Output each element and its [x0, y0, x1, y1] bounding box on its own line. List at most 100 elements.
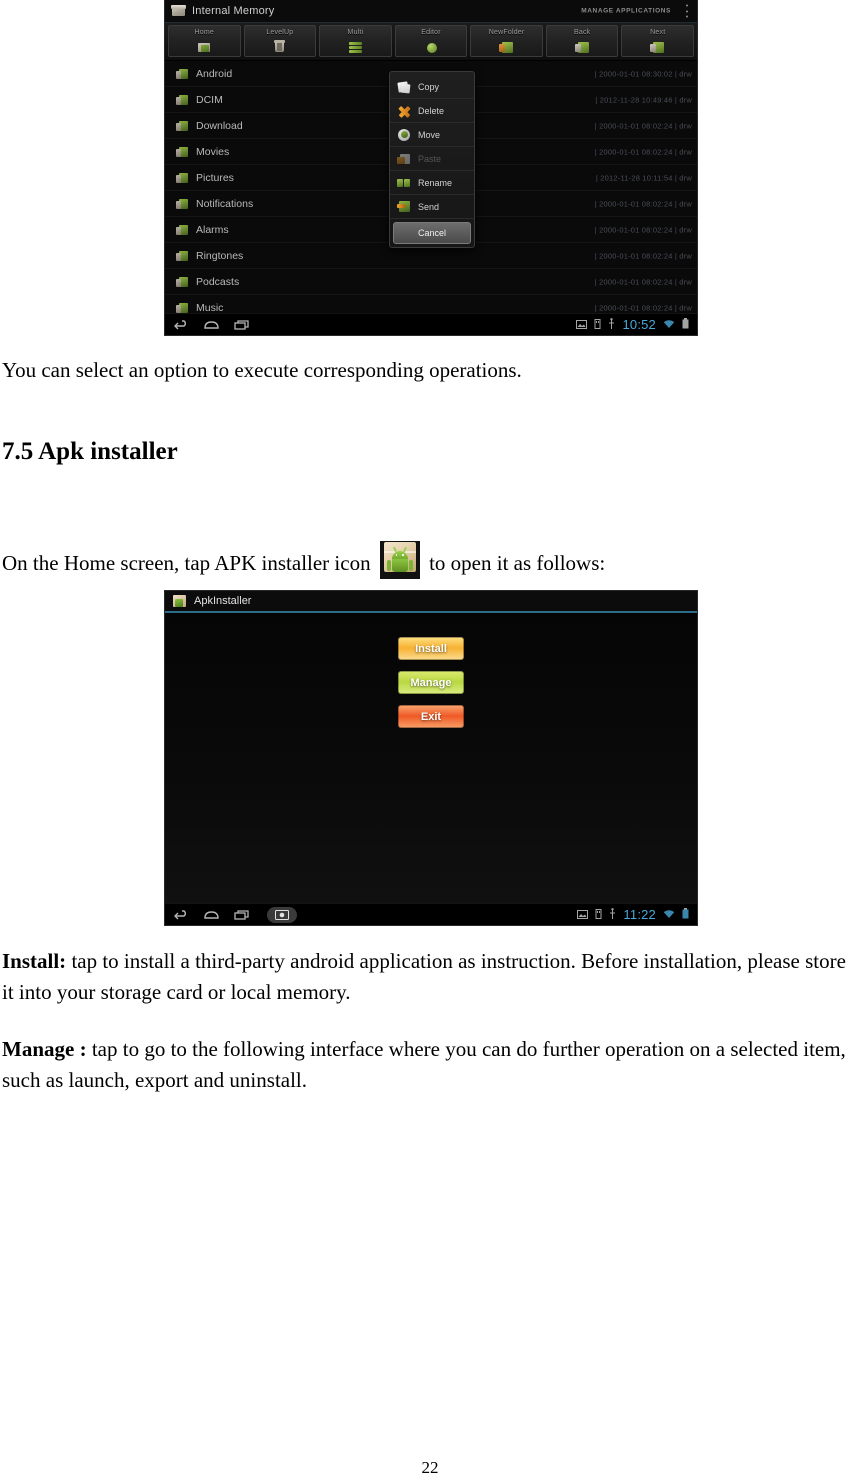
page-title-apk-installer: 7.5 Apk installer [2, 438, 178, 465]
back-icon[interactable] [173, 318, 190, 332]
navigation-buttons [173, 906, 297, 923]
recent-apps-icon[interactable] [233, 908, 250, 922]
clock: 11:22 [623, 907, 656, 922]
toolbar-button-home[interactable]: Home [168, 25, 241, 57]
system-bar: 10:52 [165, 313, 697, 335]
apk-installer-icon [172, 594, 187, 608]
file-meta: | 2000-01-01 08:02:24 | drw [594, 199, 692, 208]
file-meta: | 2000-01-01 08:02:24 | drw [594, 303, 692, 312]
file-meta: | 2000-01-01 08:02:24 | drw [594, 277, 692, 286]
toolbar-button-next[interactable]: Next [621, 25, 695, 57]
toolbar-button-back-label: Back [573, 29, 591, 36]
context-menu-item-rename-label: Rename [418, 177, 453, 188]
file-name: Android [196, 67, 233, 80]
toolbar-button-newfolder[interactable]: NewFolder [470, 25, 543, 57]
context-menu-item-paste-label: Paste [418, 153, 442, 164]
file-name: Notifications [196, 197, 254, 210]
toolbar-button-levelup[interactable]: LevelUp [243, 25, 317, 57]
context-menu-item-copy-label: Copy [418, 81, 440, 92]
usb-icon [608, 316, 615, 334]
paste-icon [397, 152, 411, 166]
apk-installer-icon [379, 541, 420, 579]
paragraph-open-apk-installer: On the Home screen, tap APK installer ic… [0, 541, 800, 579]
file-list-item[interactable]: Podcasts | 2000-01-01 08:02:24 | drw [165, 269, 697, 295]
editor-icon [423, 38, 440, 55]
paragraph-install-label: Install: [2, 949, 67, 973]
paragraph-install-text: tap to install a third-party android app… [2, 949, 846, 1004]
folder-icon [176, 172, 188, 184]
status-icons: 11:22 [577, 906, 689, 924]
file-name: DCIM [196, 93, 223, 106]
delete-icon [397, 104, 411, 118]
file-meta: | 2000-01-01 08:02:24 | drw [594, 251, 692, 260]
battery-icon [682, 906, 689, 924]
screenshot-button-icon[interactable] [267, 906, 297, 923]
file-manager-toolbar: Home LevelUp Multi Editor NewFolder Back… [165, 23, 697, 61]
next-folder-icon [649, 38, 666, 55]
rename-icon [397, 176, 411, 190]
back-icon[interactable] [173, 908, 190, 922]
file-name: Pictures [196, 171, 234, 184]
wifi-icon [663, 906, 675, 924]
file-meta: | 2012-11-28 10:11:54 | drw [595, 173, 692, 182]
folder-icon [176, 68, 188, 80]
file-meta: | 2000-01-01 08:02:24 | drw [594, 121, 692, 130]
screenshot-icon [576, 316, 588, 334]
system-bar: 11:22 [165, 903, 697, 925]
file-name: Alarms [196, 223, 229, 236]
home-icon[interactable] [203, 908, 220, 922]
file-manager-screenshot: Internal Memory MANAGE APPLICATIONS Home… [164, 0, 698, 336]
file-meta: | 2012-11-28 10:49:46 | drw [595, 95, 692, 104]
context-menu-item-delete[interactable]: Delete [390, 99, 474, 123]
context-menu-item-send[interactable]: Send [390, 195, 474, 219]
paragraph-install: Install: tap to install a third-party an… [0, 946, 860, 1008]
send-icon [397, 200, 411, 214]
folder-icon [176, 120, 188, 132]
toolbar-button-editor[interactable]: Editor [394, 25, 468, 57]
move-icon [397, 128, 411, 142]
file-meta: | 2000-01-01 08:02:24 | drw [594, 147, 692, 156]
manage-applications-button[interactable]: MANAGE APPLICATIONS [581, 8, 671, 15]
context-menu-item-rename[interactable]: Rename [390, 171, 474, 195]
manage-button[interactable]: Manage [398, 671, 464, 694]
file-list[interactable]: Android | 2000-01-01 08:30:02 | drw DCIM… [165, 61, 697, 321]
sd-card-icon [595, 906, 602, 924]
context-menu-cancel-button[interactable]: Cancel [393, 222, 471, 244]
toolbar-button-next-label: Next [650, 29, 666, 36]
folder-icon [176, 276, 188, 288]
paragraph-select-option: You can select an option to execute corr… [2, 358, 522, 382]
exit-button[interactable]: Exit [398, 705, 464, 728]
screenshot-icon [577, 906, 589, 924]
folder-icon [176, 198, 188, 210]
context-menu-item-move[interactable]: Move [390, 123, 474, 147]
toolbar-button-levelup-label: LevelUp [266, 29, 294, 36]
file-meta: | 2000-01-01 08:30:02 | drw [594, 69, 692, 78]
file-meta: | 2000-01-01 08:02:24 | drw [594, 225, 692, 234]
paragraph-manage-label: Manage : [2, 1037, 87, 1061]
paragraph-manage-text: tap to go to the following interface whe… [2, 1037, 846, 1092]
usb-icon [609, 906, 616, 924]
apk-installer-body: Install Manage Exit [165, 613, 697, 903]
context-menu-item-copy[interactable]: Copy [390, 75, 474, 99]
toolbar-button-home-label: Home [194, 29, 215, 36]
toolbar-button-back[interactable]: Back [545, 25, 619, 57]
clock: 10:52 [622, 317, 656, 332]
folder-icon [176, 250, 188, 262]
file-name: Music [196, 301, 224, 314]
install-button[interactable]: Install [398, 637, 464, 660]
folder-icon [176, 94, 188, 106]
file-name: Movies [196, 145, 230, 158]
multi-select-icon [347, 38, 364, 55]
battery-icon [682, 316, 689, 334]
file-manager-titlebar: Internal Memory MANAGE APPLICATIONS [165, 0, 697, 23]
page-number: 22 [421, 1458, 439, 1477]
overflow-menu-icon[interactable] [685, 4, 689, 18]
toolbar-button-multi[interactable]: Multi [319, 25, 392, 57]
toolbar-button-multi-label: Multi [347, 29, 364, 36]
recent-apps-icon[interactable] [233, 318, 250, 332]
folder-icon [176, 224, 188, 236]
home-icon[interactable] [203, 318, 220, 332]
file-name: Podcasts [196, 275, 240, 288]
back-folder-icon [574, 38, 591, 55]
file-name: Download [196, 119, 243, 132]
